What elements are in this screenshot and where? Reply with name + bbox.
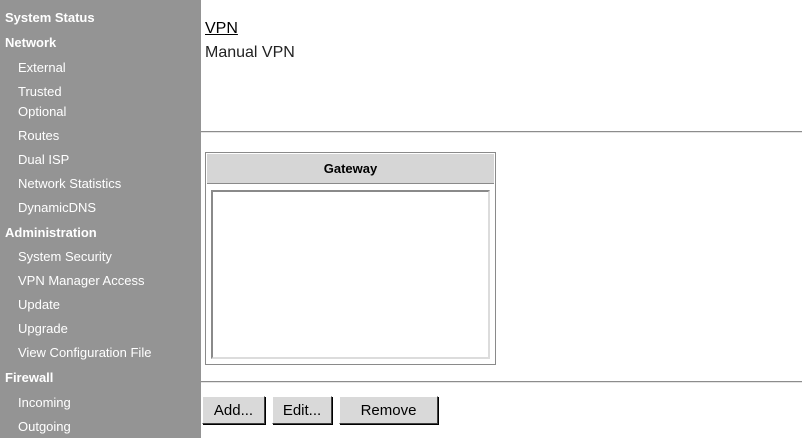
gateway-table: Gateway [205, 152, 496, 365]
nav-item-routes[interactable]: Routes [18, 128, 59, 144]
edit-button[interactable]: Edit... [272, 396, 332, 424]
add-button[interactable]: Add... [202, 396, 265, 424]
nav-item-optional[interactable]: Optional [18, 104, 66, 120]
nav-system-status[interactable]: System Status [5, 10, 95, 26]
nav-section-network[interactable]: Network [5, 35, 56, 51]
nav-item-view-configuration-file[interactable]: View Configuration File [18, 345, 151, 361]
nav-item-external[interactable]: External [18, 60, 66, 76]
sidebar-nav: System Status Network External Trusted O… [0, 0, 201, 438]
top-divider [201, 131, 802, 133]
nav-item-dual-isp[interactable]: Dual ISP [18, 152, 69, 168]
nav-item-trusted[interactable]: Trusted [18, 84, 62, 100]
nav-section-administration[interactable]: Administration [5, 225, 97, 241]
bottom-divider [201, 381, 802, 383]
gateway-column-header[interactable]: Gateway [207, 154, 494, 184]
nav-item-vpn-manager-access[interactable]: VPN Manager Access [18, 273, 144, 289]
breadcrumb-vpn-link[interactable]: VPN [205, 20, 238, 38]
nav-item-incoming[interactable]: Incoming [18, 395, 71, 411]
nav-item-outgoing[interactable]: Outgoing [18, 419, 71, 435]
nav-item-dynamicdns[interactable]: DynamicDNS [18, 200, 96, 216]
nav-item-update[interactable]: Update [18, 297, 60, 313]
page-title: Manual VPN [205, 44, 295, 61]
nav-section-firewall[interactable]: Firewall [5, 370, 53, 386]
gateway-list[interactable] [211, 190, 490, 359]
nav-item-system-security[interactable]: System Security [18, 249, 112, 265]
nav-item-upgrade[interactable]: Upgrade [18, 321, 68, 337]
remove-button[interactable]: Remove [339, 396, 438, 424]
nav-item-network-statistics[interactable]: Network Statistics [18, 176, 121, 192]
